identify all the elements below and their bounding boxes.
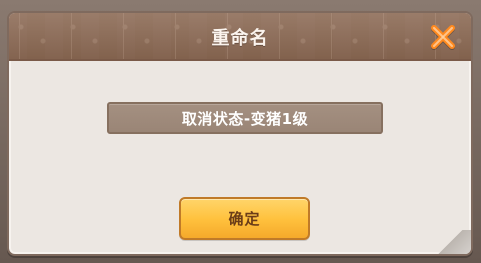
rename-dialog: 重命名 取消状态-变猪1级 确定 (7, 11, 473, 256)
dialog-titlebar: 重命名 (9, 13, 471, 61)
close-icon (431, 25, 455, 49)
status-text-box: 取消状态-变猪1级 (107, 102, 383, 134)
close-button[interactable] (423, 17, 463, 57)
confirm-button[interactable]: 确定 (179, 197, 310, 240)
dialog-title: 重命名 (211, 28, 269, 49)
